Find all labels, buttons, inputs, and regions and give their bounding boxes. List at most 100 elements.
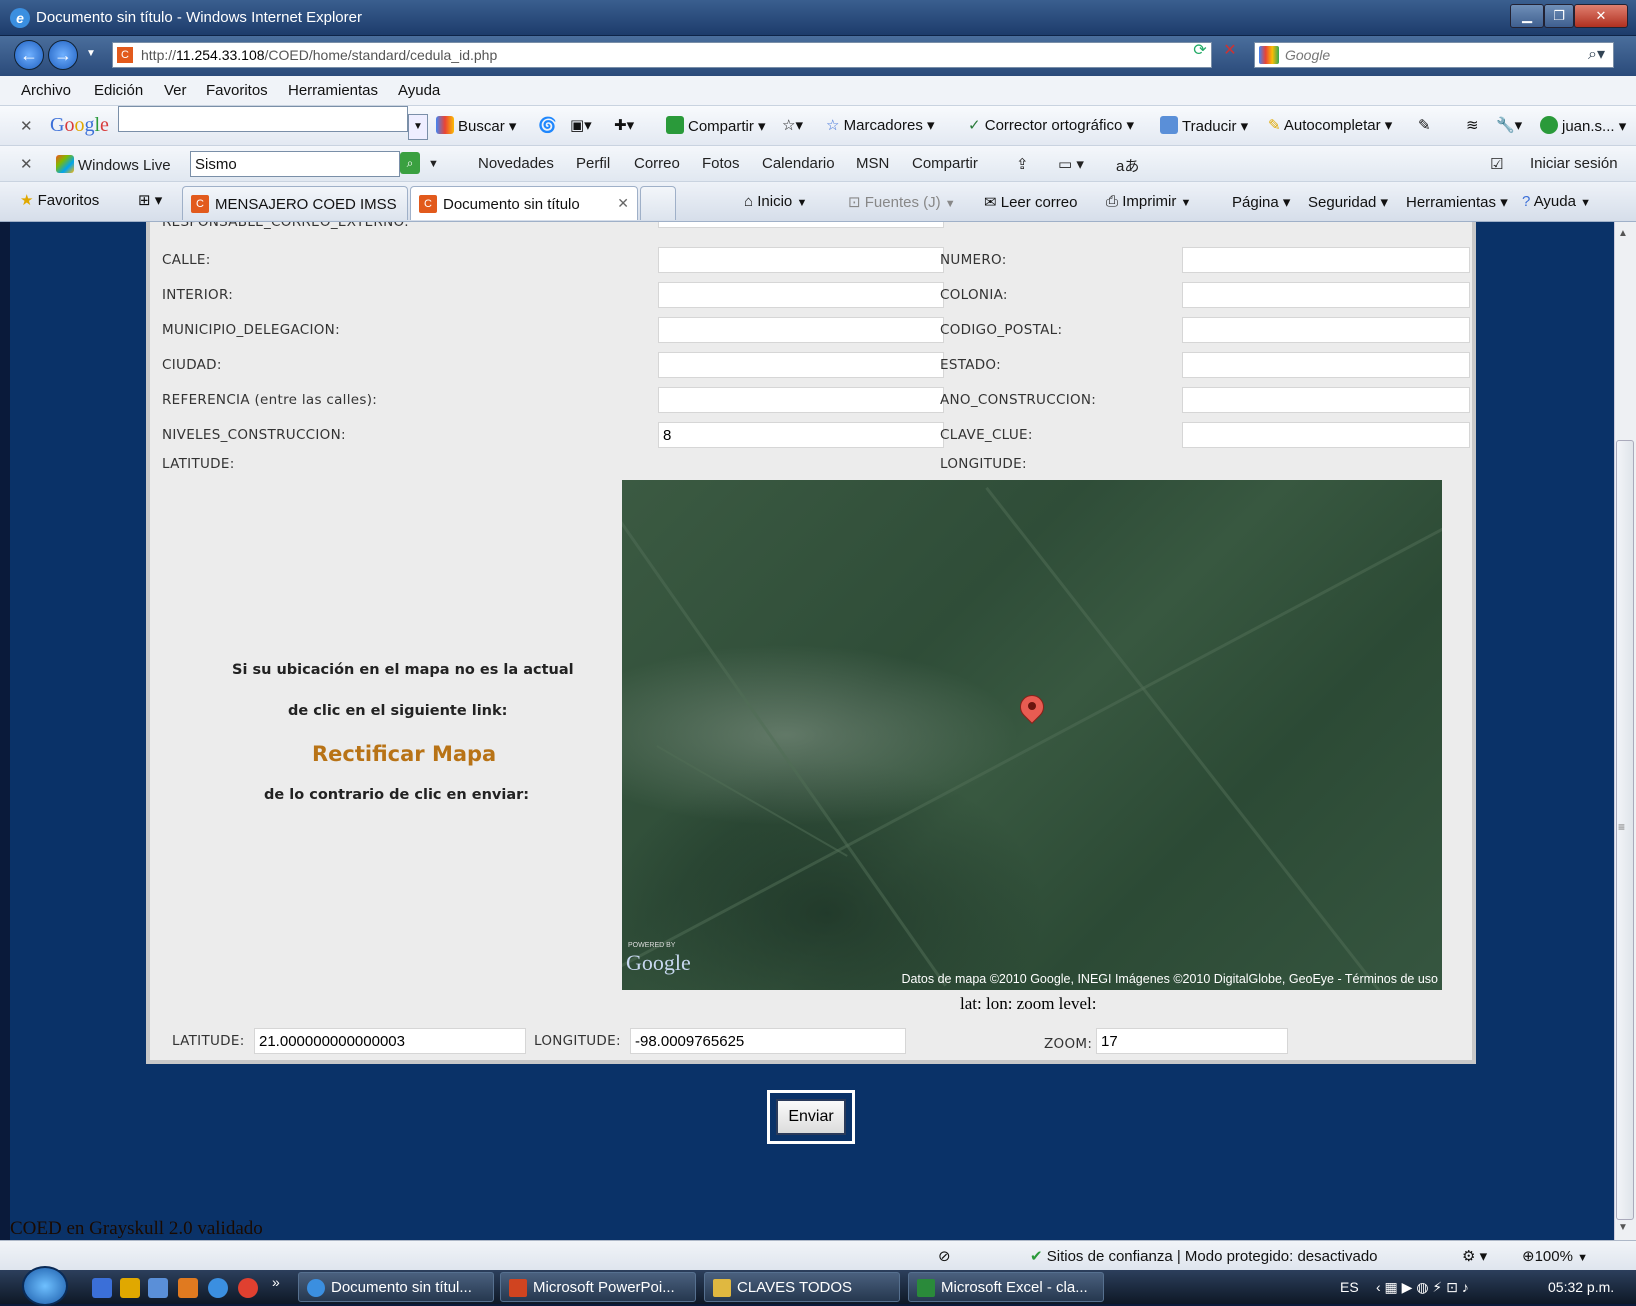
maximize-button[interactable]: ❐ [1544,4,1574,28]
close-wl-toolbar-icon[interactable]: ✕ [20,155,33,173]
wl-msn[interactable]: MSN [856,155,889,172]
task-ie[interactable]: Documento sin títul... [298,1272,494,1302]
google-search-dropdown-icon[interactable]: ▼ [408,114,428,140]
address-input[interactable]: C http://11.254.33.108/COED/home/standar… [112,42,1291,68]
buscar-button[interactable]: Buscar ▾ [436,116,516,135]
lat-input[interactable]: 21.000000000000003 [254,1028,526,1054]
fuentes-button[interactable]: ⊡ Fuentes (J) ▼ [848,193,956,211]
wl-fotos[interactable]: Fotos [702,155,740,172]
show-desktop-icon[interactable] [92,1278,112,1298]
menu-ayuda[interactable]: Ayuda [398,82,440,99]
add-button-icon[interactable]: ✚▾ [614,116,634,134]
estado-input[interactable] [1182,352,1470,378]
media-icon[interactable] [178,1278,198,1298]
forward-button[interactable]: → [48,40,78,70]
iniciar-sesion-button[interactable]: Iniciar sesión [1530,155,1618,172]
wrench-icon[interactable]: 🔧▾ [1496,116,1522,134]
corrector-button[interactable]: ✓ Corrector ortográfico ▾ [968,116,1134,134]
leer-correo-button[interactable]: ✉ Leer correo [984,193,1077,211]
search-input[interactable]: Google [1254,42,1614,68]
wl-search-dropdown-icon[interactable]: ▼ [428,158,439,170]
menu-favoritos[interactable]: Favoritos [206,82,268,99]
wifi-icon[interactable]: ≋ [1466,116,1479,134]
popup-blocker-icon[interactable]: ▣▾ [570,116,592,134]
marcadores-button[interactable]: ☆ Marcadores ▾ [826,116,935,134]
ie-quicklaunch-icon[interactable] [208,1278,228,1298]
wl-search-input[interactable]: Sismo [190,151,400,177]
tab-mensajero[interactable]: C MENSAJERO COED IMSS [182,186,408,220]
google-toolbar-search-input[interactable] [118,106,408,132]
close-window-button[interactable]: ✕ [1574,4,1628,28]
highlight-pen-icon[interactable]: ✎ [1418,116,1431,134]
chrome-icon[interactable] [238,1278,258,1298]
refresh-icon[interactable]: ⟳ [1188,40,1212,64]
clock[interactable]: 05:32 p.m. [1548,1279,1614,1295]
rectificar-mapa-link[interactable]: Rectificar Mapa [312,742,496,766]
layout-icon[interactable]: ▭ ▾ [1058,155,1084,173]
wl-compartir[interactable]: Compartir [912,155,978,172]
security-zone[interactable]: ✔ Sitios de confianza | Modo protegido: … [1030,1247,1378,1265]
pagerank-icon[interactable]: 🌀 [538,116,557,134]
calle-input[interactable] [658,247,944,273]
protected-mode-icon[interactable]: ⚙ ▾ [1462,1247,1487,1265]
tab-documento[interactable]: C Documento sin título ✕ [410,186,638,220]
task-powerpoint[interactable]: Microsoft PowerPoi... [500,1272,696,1302]
traducir-button[interactable]: Traducir ▾ [1160,116,1248,135]
translate-wl-icon[interactable]: aあ [1116,155,1139,176]
municipio-input[interactable] [658,317,944,343]
bookmark-star-icon[interactable]: ☆▾ [782,116,803,134]
privacy-icon[interactable]: ⊘ [938,1247,951,1265]
search-icon[interactable]: ⌕▾ [1588,44,1605,64]
start-button[interactable] [22,1266,68,1306]
new-tab-button[interactable] [640,186,676,220]
close-tab-icon[interactable]: ✕ [617,195,629,212]
autocompletar-button[interactable]: ✎ Autocompletar ▾ [1268,116,1392,134]
ciudad-input[interactable] [658,352,944,378]
referencia-input[interactable] [658,387,944,413]
tray-icons[interactable]: ‹ ▦ ▶ ◍ ⚡ ⊡ ♪ [1376,1279,1469,1296]
favoritos-button[interactable]: ★ Favoritos [20,191,99,209]
numero-input[interactable] [1182,247,1470,273]
interior-input[interactable] [658,282,944,308]
wl-correo[interactable]: Correo [634,155,680,172]
wl-calendario[interactable]: Calendario [762,155,835,172]
menu-ver[interactable]: Ver [164,82,187,99]
inicio-button[interactable]: ⌂ Inicio ▼ [744,193,807,210]
zoom-level[interactable]: ⊕100% ▼ [1522,1247,1588,1265]
herramientas-button[interactable]: Herramientas ▾ [1406,193,1508,211]
history-dropdown-icon[interactable]: ▼ [86,48,96,59]
ano-construccion-input[interactable] [1182,387,1470,413]
map-attribution[interactable]: Datos de mapa ©2010 Google, INEGI Imágen… [901,972,1438,986]
niveles-input[interactable]: 8 [658,422,944,448]
imprimir-button[interactable]: ⎙ Imprimir ▼ [1106,193,1191,210]
stop-icon[interactable]: ✕ [1218,40,1242,64]
minimize-button[interactable]: ▁ [1510,4,1544,28]
wl-search-go-icon[interactable]: ⌕ [400,152,420,174]
quick-tabs-icon[interactable]: ⊞ ▾ [138,191,162,209]
language-indicator[interactable]: ES [1340,1279,1359,1295]
ayuda-button[interactable]: ? Ayuda ▼ [1522,193,1591,210]
outlook-icon[interactable] [120,1278,140,1298]
lon-input[interactable]: -98.0009765625 [630,1028,906,1054]
back-button[interactable]: ← [14,40,44,70]
close-toolbar-icon[interactable]: ✕ [20,117,33,135]
enviar-button[interactable]: Enviar [776,1099,846,1135]
correo-externo-input[interactable] [658,222,944,228]
colonia-input[interactable] [1182,282,1470,308]
menu-archivo[interactable]: Archivo [21,82,71,99]
signin-check-icon[interactable]: ☑ [1490,155,1503,173]
zoom-input[interactable]: 17 [1096,1028,1288,1054]
wl-novedades[interactable]: Novedades [478,155,554,172]
satellite-map[interactable]: POWERED BY Google Datos de mapa ©2010 Go… [622,480,1442,990]
scroll-down-icon[interactable]: ▼ [1618,1222,1628,1233]
task-folder[interactable]: CLAVES TODOS [704,1272,900,1302]
menu-herramientas[interactable]: Herramientas [288,82,378,99]
codigo-postal-input[interactable] [1182,317,1470,343]
menu-edicion[interactable]: Edición [94,82,143,99]
explorer-icon[interactable] [148,1278,168,1298]
wl-perfil[interactable]: Perfil [576,155,610,172]
compartir-button[interactable]: Compartir ▾ [666,116,766,135]
user-account-button[interactable]: juan.s... ▾ [1540,116,1626,135]
task-excel[interactable]: Microsoft Excel - cla... [908,1272,1104,1302]
share-icon[interactable]: ⇪ [1016,155,1029,173]
